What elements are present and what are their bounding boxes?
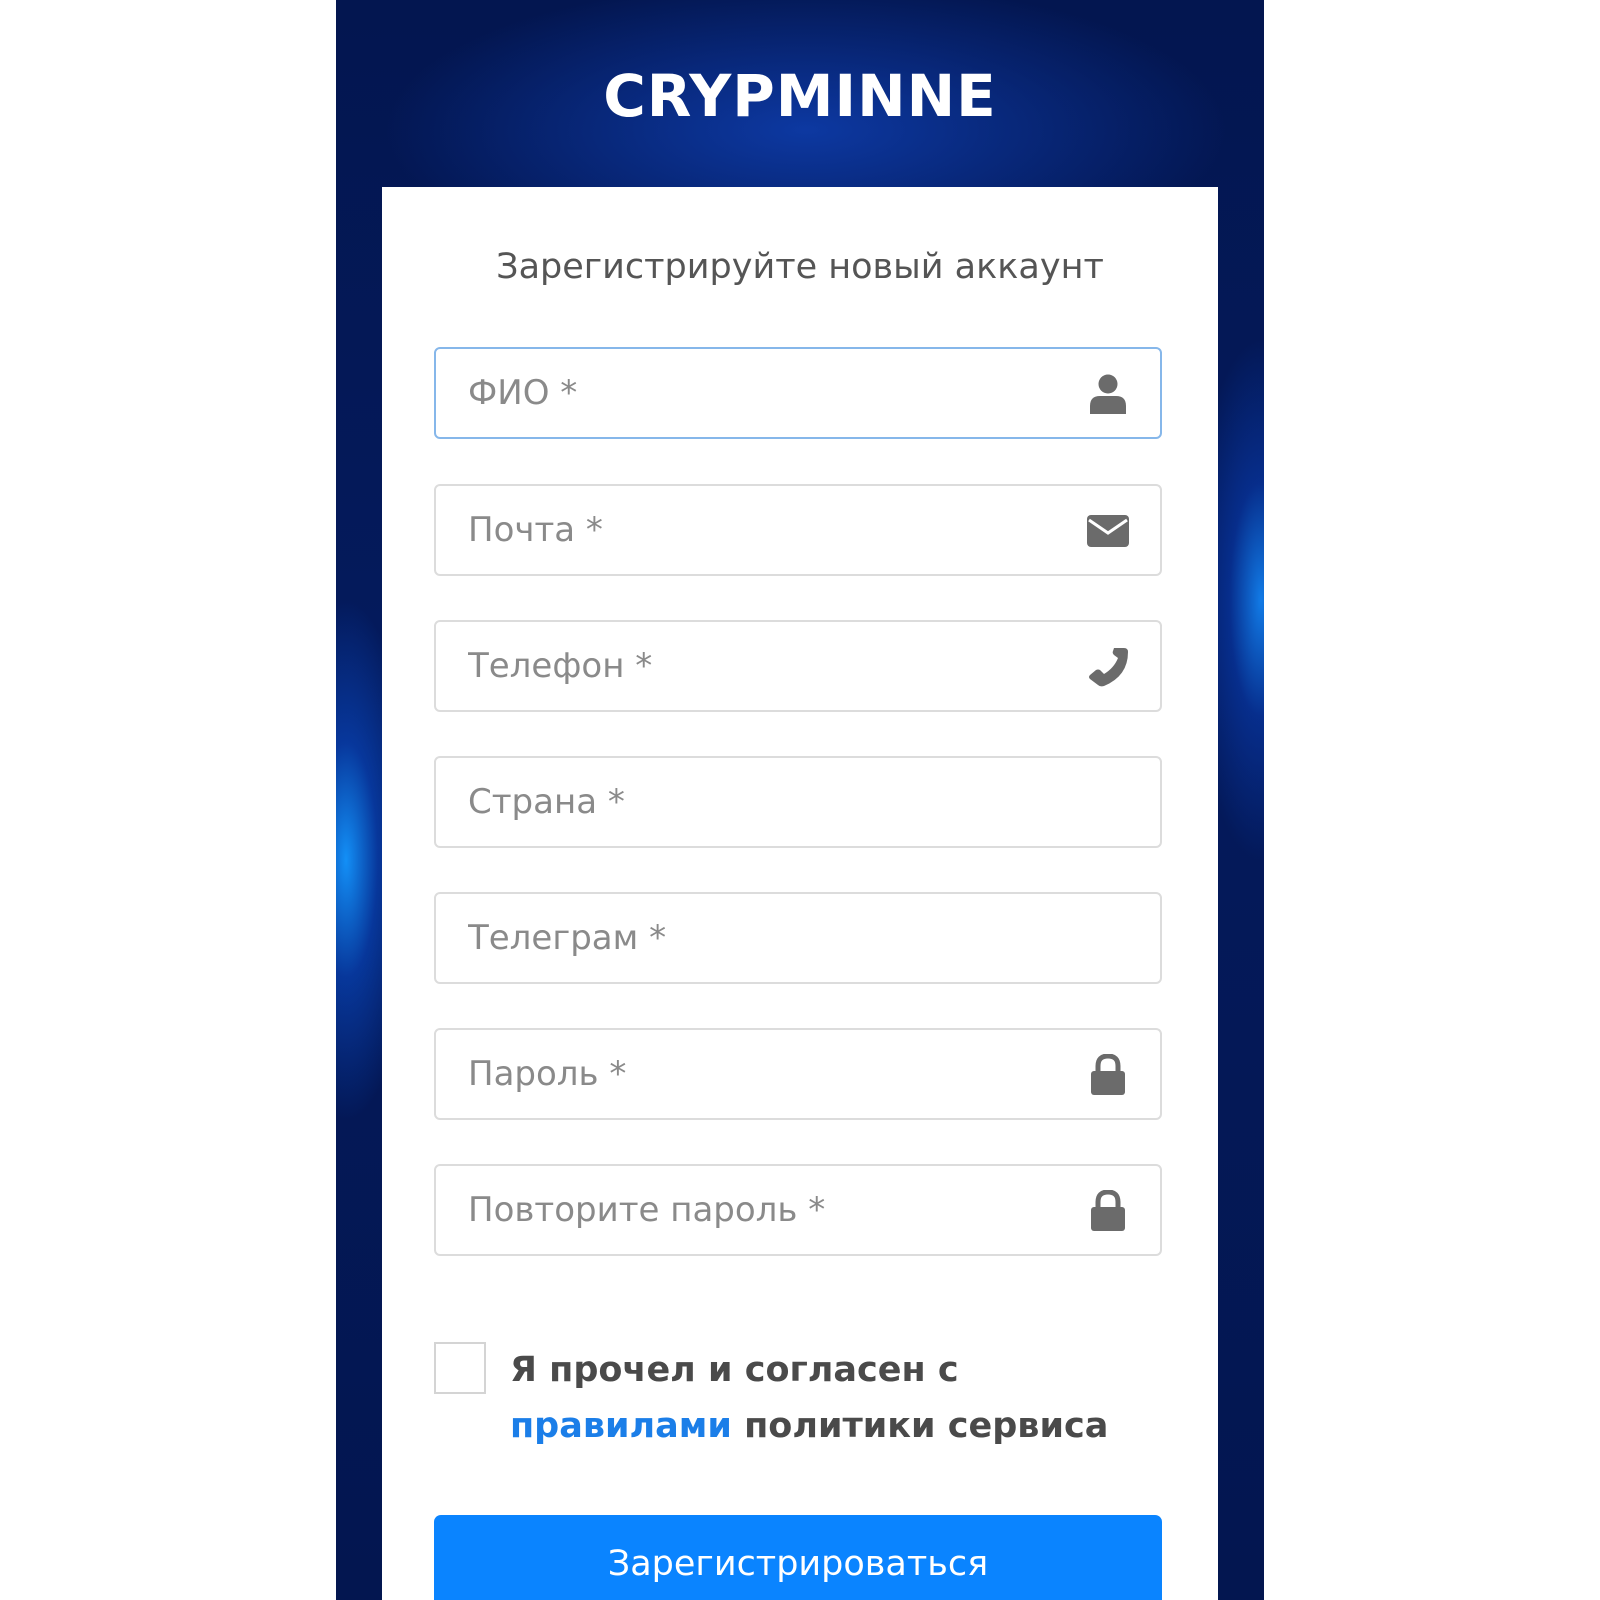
- email-input[interactable]: [468, 486, 1058, 574]
- terms-label: Я прочел и согласен с правилами политики…: [510, 1342, 1150, 1454]
- register-button[interactable]: Зарегистрироваться: [434, 1515, 1162, 1600]
- email-field[interactable]: [434, 484, 1162, 576]
- lock-icon: [1086, 1053, 1130, 1096]
- registration-card: Зарегистрируйте новый аккаунт ФИО * Почт…: [382, 187, 1218, 1600]
- phone-icon: [1086, 646, 1130, 688]
- full-name-input[interactable]: [468, 349, 1058, 437]
- telegram-field[interactable]: [434, 892, 1162, 984]
- terms-text-before: Я прочел и согласен с: [510, 1350, 959, 1390]
- country-field[interactable]: [434, 756, 1162, 848]
- password-input[interactable]: [468, 1030, 1058, 1118]
- telegram-input[interactable]: [468, 894, 1058, 982]
- brand-logo: CRYPMINNE: [603, 62, 997, 130]
- full-name-field[interactable]: [434, 347, 1162, 439]
- terms-link[interactable]: правилами: [510, 1406, 732, 1446]
- envelope-icon: [1086, 510, 1130, 552]
- lock-icon: [1086, 1189, 1130, 1232]
- form-title: Зарегистрируйте новый аккаунт: [496, 247, 1104, 287]
- user-icon: [1086, 373, 1130, 415]
- terms-text-after: политики сервиса: [731, 1406, 1109, 1446]
- password-repeat-field[interactable]: [434, 1164, 1162, 1256]
- password-field[interactable]: [434, 1028, 1162, 1120]
- app-screen: CRYPMINNE Зарегистрируйте новый аккаунт: [336, 0, 1264, 1600]
- country-input[interactable]: [468, 758, 1058, 846]
- phone-field[interactable]: [434, 620, 1162, 712]
- terms-checkbox[interactable]: [434, 1342, 486, 1394]
- phone-input[interactable]: [468, 622, 1058, 710]
- password-repeat-input[interactable]: [468, 1166, 1058, 1254]
